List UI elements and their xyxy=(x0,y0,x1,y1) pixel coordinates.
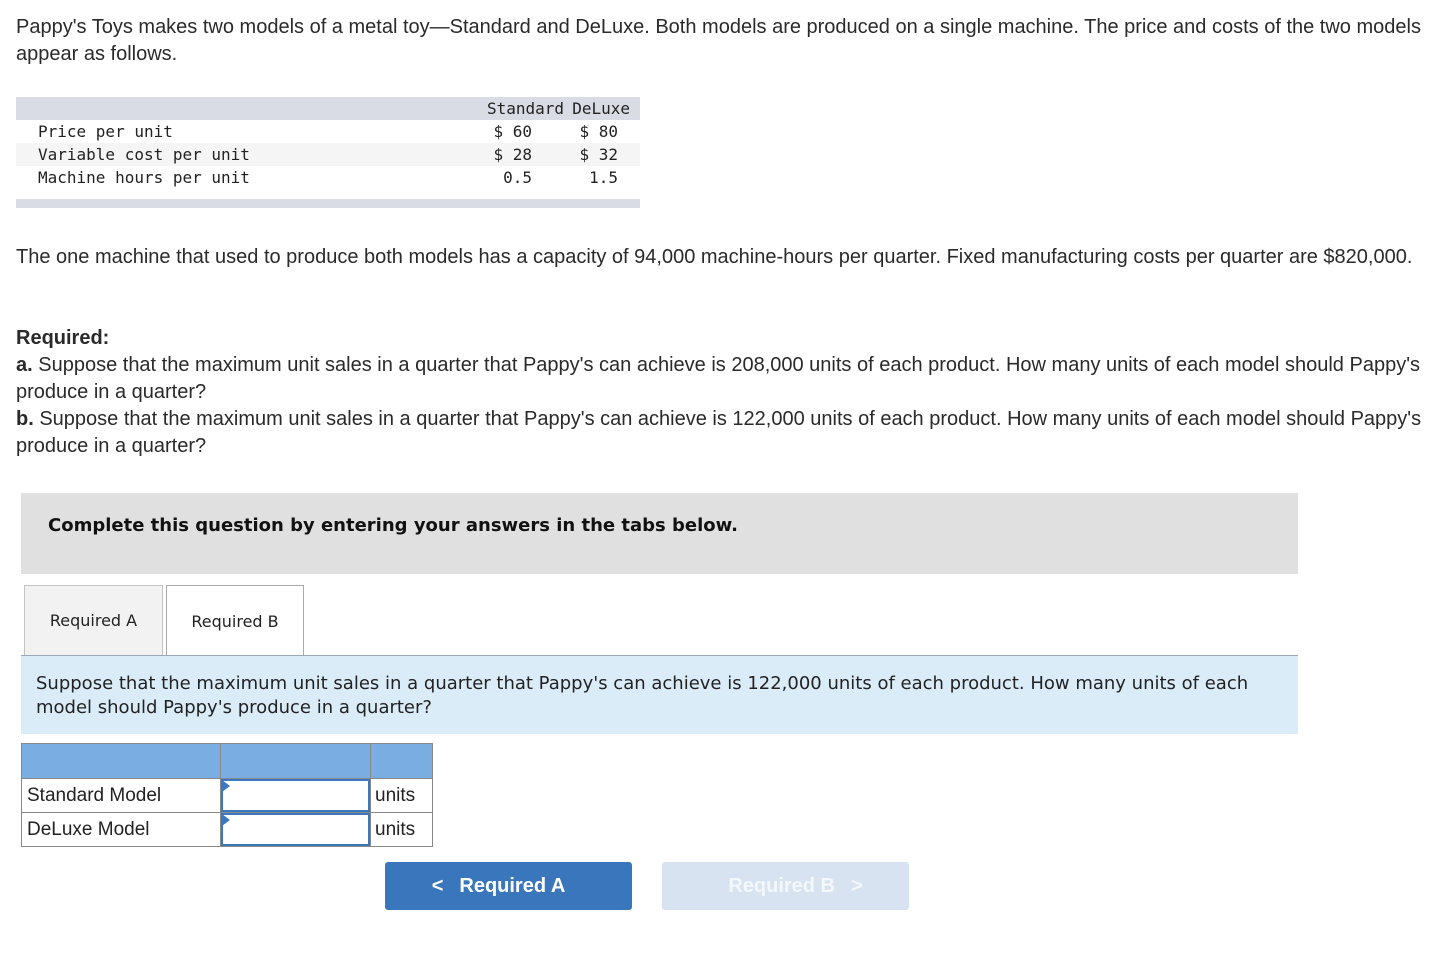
prev-required-a-button[interactable]: < Required A xyxy=(385,862,632,910)
answer-row-deluxe: DeLuxe Model units xyxy=(21,812,433,847)
row-label: Standard Model xyxy=(21,778,221,813)
required-b-text: Suppose that the maximum unit sales in a… xyxy=(16,408,1422,457)
column-header-deluxe: DeLuxe xyxy=(572,99,630,118)
chevron-left-icon: < xyxy=(431,874,444,897)
deluxe-units-input[interactable] xyxy=(221,813,370,846)
question-prompt: Suppose that the maximum unit sales in a… xyxy=(21,656,1298,734)
cost-table-header: Standard DeLuxe xyxy=(16,97,640,120)
cost-data-table: Standard DeLuxe Price per unit $ 60 $ 80… xyxy=(16,97,640,208)
chevron-right-icon: > xyxy=(851,874,863,897)
deluxe-value: 1.5 xyxy=(589,168,618,187)
table-footer-bar xyxy=(16,199,640,208)
instructions-banner: Complete this question by entering your … xyxy=(21,493,1298,574)
required-section: Required: a. Suppose that the maximum un… xyxy=(16,325,1426,460)
next-required-b-button[interactable]: Required B > xyxy=(662,862,909,910)
deluxe-value: $ 80 xyxy=(579,122,618,141)
prev-button-label: Required A xyxy=(459,874,566,897)
standard-value: $ 60 xyxy=(493,122,532,141)
tab-required-b[interactable]: Required B xyxy=(166,585,304,656)
standard-units-input[interactable] xyxy=(221,779,370,812)
answer-row-standard: Standard Model units xyxy=(21,778,433,813)
answer-table: Standard Model units DeLuxe Model units xyxy=(21,743,433,847)
table-row-variable-cost: Variable cost per unit $ 28 $ 32 xyxy=(16,143,640,166)
row-label: Machine hours per unit xyxy=(38,168,250,187)
input-flag-icon xyxy=(222,780,230,792)
table-row-machine-hours: Machine hours per unit 0.5 1.5 xyxy=(16,166,640,189)
required-heading: Required: xyxy=(16,327,110,349)
next-button-label: Required B xyxy=(728,874,835,897)
row-label: Variable cost per unit xyxy=(38,145,250,164)
table-row-price: Price per unit $ 60 $ 80 xyxy=(16,120,640,143)
required-a-text: Suppose that the maximum unit sales in a… xyxy=(16,354,1421,403)
row-label: Price per unit xyxy=(38,122,173,141)
input-flag-icon xyxy=(222,814,230,826)
problem-intro: Pappy's Toys makes two models of a metal… xyxy=(16,16,1421,65)
standard-value: $ 28 xyxy=(493,145,532,164)
column-header-standard: Standard xyxy=(486,99,564,118)
unit-label: units xyxy=(370,812,433,847)
required-b: b. Suppose that the maximum unit sales i… xyxy=(16,406,1426,460)
capacity-paragraph: The one machine that used to produce bot… xyxy=(16,246,1413,268)
standard-value: 0.5 xyxy=(503,168,532,187)
unit-label: units xyxy=(370,778,433,813)
tab-required-a[interactable]: Required A xyxy=(24,585,163,655)
required-b-label: b. xyxy=(16,408,34,430)
required-a-label: a. xyxy=(16,354,33,376)
row-label: DeLuxe Model xyxy=(21,812,221,847)
instructions-text: Complete this question by entering your … xyxy=(48,515,738,536)
deluxe-value: $ 32 xyxy=(579,145,618,164)
answer-table-header xyxy=(21,743,433,779)
required-a: a. Suppose that the maximum unit sales i… xyxy=(16,352,1426,406)
table-spacer xyxy=(16,189,640,199)
